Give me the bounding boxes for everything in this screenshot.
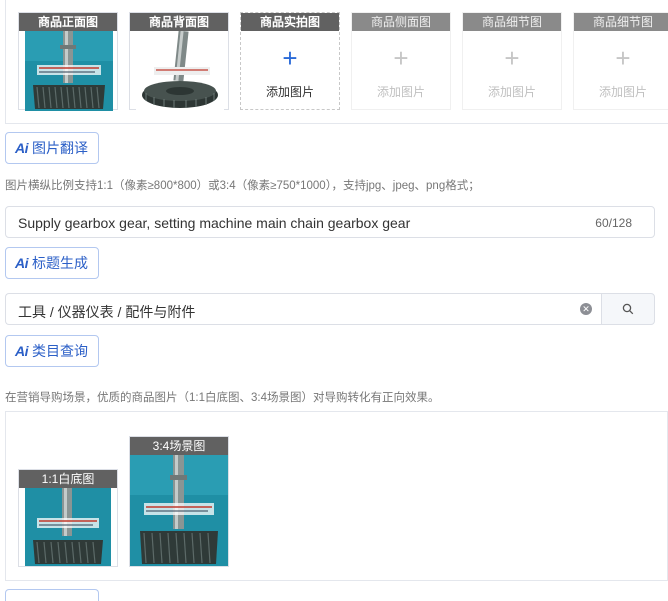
next-ai-button-partial[interactable] bbox=[5, 589, 99, 601]
category-input-value: 工具 / 仪器仪表 / 配件与附件 bbox=[18, 304, 196, 320]
photo-slot-label: 商品细节图 bbox=[574, 13, 668, 31]
title-input[interactable]: Supply gearbox gear, setting machine mai… bbox=[5, 206, 655, 238]
image-translate-button[interactable]: Ai 图片翻译 bbox=[5, 132, 99, 164]
photo-slot-detail: 商品细节图 + 添加图片 bbox=[462, 12, 562, 110]
title-input-value: Supply gearbox gear, setting machine mai… bbox=[18, 215, 411, 231]
gear-shaft-scene-thumbnail bbox=[130, 455, 228, 566]
add-image-label: 添加图片 bbox=[265, 85, 314, 99]
ai-icon: Ai bbox=[15, 140, 29, 156]
title-char-count: 60/128 bbox=[595, 216, 632, 230]
scene-image-slot[interactable]: 3:4场景图 bbox=[129, 436, 229, 567]
ai-icon: Ai bbox=[15, 343, 29, 359]
search-icon bbox=[622, 303, 634, 315]
photo-slot-back[interactable]: 商品背面图 bbox=[129, 12, 229, 111]
category-input[interactable]: 工具 / 仪器仪表 / 配件与附件 ✕ bbox=[5, 293, 602, 325]
scene-images-panel: 1:1白底图 3:4场景图 bbox=[5, 411, 668, 581]
photo-slot-real-shot[interactable]: 商品实拍图 + 添加图片 bbox=[240, 12, 340, 110]
image-translate-label: 图片翻译 bbox=[32, 140, 88, 156]
plus-icon: + bbox=[615, 43, 631, 73]
photo-slot-detail-2: 商品细节图 + 添加图片 bbox=[573, 12, 668, 110]
gear-shaft-back-thumbnail bbox=[136, 31, 224, 111]
plus-icon: + bbox=[282, 43, 298, 73]
photo-slot-label: 商品正面图 bbox=[19, 13, 117, 31]
add-image-label: 添加图片 bbox=[487, 85, 536, 99]
category-query-button[interactable]: Ai 类目查询 bbox=[5, 335, 99, 367]
image-format-hint: 图片横纵比例支持1:1（像素≥800*800）或3:4（像素≥750*1000）… bbox=[5, 180, 480, 192]
plus-icon: + bbox=[393, 43, 409, 73]
category-query-label: 类目查询 bbox=[32, 343, 88, 359]
category-search-button[interactable] bbox=[601, 293, 655, 325]
white-bg-image-slot[interactable]: 1:1白底图 bbox=[18, 469, 118, 567]
photo-slot-front[interactable]: 商品正面图 bbox=[18, 12, 118, 111]
gear-shaft-white-bg-thumbnail bbox=[25, 488, 111, 566]
add-image-label: 添加图片 bbox=[598, 85, 647, 99]
title-generate-label: 标题生成 bbox=[32, 255, 88, 271]
photo-slot-side: 商品侧面图 + 添加图片 bbox=[351, 12, 451, 110]
plus-icon: + bbox=[504, 43, 520, 73]
scene-image-label: 1:1白底图 bbox=[19, 470, 117, 488]
photo-slot-label: 商品背面图 bbox=[130, 13, 228, 31]
title-generate-button[interactable]: Ai 标题生成 bbox=[5, 247, 99, 279]
photo-slot-label: 商品实拍图 bbox=[241, 13, 339, 31]
gear-shaft-front-thumbnail bbox=[25, 31, 113, 111]
scene-image-label: 3:4场景图 bbox=[130, 437, 228, 455]
photo-slot-label: 商品细节图 bbox=[463, 13, 561, 31]
product-photos-row: 商品正面图 商品背面图 商品实拍图 + 添加图片 商品侧面图 + 添加图片 商品… bbox=[5, 0, 668, 124]
photo-slot-label: 商品侧面图 bbox=[352, 13, 450, 31]
clear-icon[interactable]: ✕ bbox=[580, 303, 592, 315]
scene-image-hint: 在营销导购场景，优质的商品图片（1:1白底图、3:4场景图）对导购转化有正向效果… bbox=[5, 392, 440, 404]
add-image-label: 添加图片 bbox=[376, 85, 425, 99]
ai-icon: Ai bbox=[15, 255, 29, 271]
